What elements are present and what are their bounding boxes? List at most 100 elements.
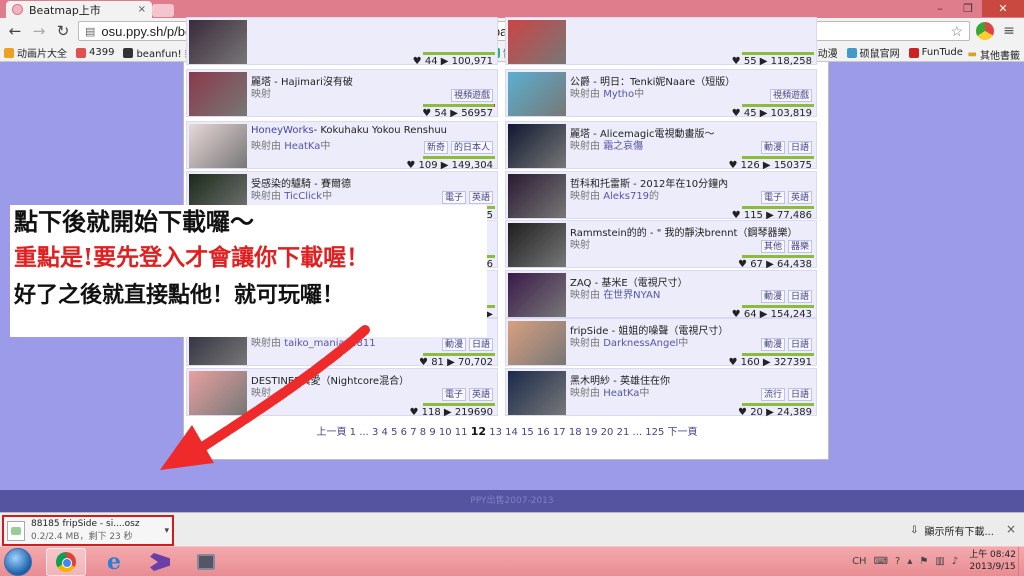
page-link[interactable]: 14 [505,427,518,438]
help-icon[interactable]: ? [895,556,900,567]
keyboard-icon[interactable]: ⌨ [874,556,888,567]
beatmap-thumbnail[interactable] [189,72,247,116]
genre-tag[interactable]: 電子 [441,388,466,401]
forward-icon[interactable]: → [30,22,48,40]
genre-tag[interactable]: 電子 [441,191,466,204]
beatmap-card[interactable]: 公爵 - 明日：Tenki妮Naare（短版） 映射由 Mytho中 視頻遊戲 ♥ 4… [505,69,817,119]
beatmap-thumbnail[interactable] [189,124,247,168]
bookmark-item[interactable]: 硕鼠官网 [846,45,900,60]
beatmap-thumbnail[interactable] [508,273,566,317]
page-link[interactable]: 8 [420,427,426,438]
page-link[interactable]: ... [633,427,643,438]
bookmark-item[interactable]: FunTude [908,47,963,58]
flag-icon[interactable]: ⚑ [919,556,928,567]
beatmap-thumbnail[interactable] [508,20,566,64]
taskbar-chrome[interactable] [46,548,86,576]
page-link[interactable]: 19 [585,427,598,438]
beatmap-card[interactable]: 黑木明紗 - 英雄住在你 映射由 HeatKa中 流行 日語 ♥ 20 ▶ 24,389 [505,368,817,418]
extension-icon[interactable] [976,22,994,40]
page-link[interactable]: 6 [401,427,407,438]
beatmap-card[interactable]: 麗塔 - Hajimari沒有破 映射 視頻遊戲 ♥ 54 ▶ 56957 [186,69,498,119]
taskbar-visual-studio[interactable] [140,548,180,576]
beatmap-card[interactable]: HoneyWorks- Kokuhaku Yokou Renshuu 映射由 He… [186,121,498,171]
bookmark-item[interactable]: 4399 [76,47,114,58]
genre-tag[interactable]: 英語 [787,191,812,204]
ime-indicator[interactable]: CH [852,556,867,567]
page-link[interactable]: 7 [410,427,416,438]
genre-tag[interactable]: 英語 [468,191,493,204]
page-link[interactable]: 20 [601,427,614,438]
page-link[interactable]: 5 [391,427,397,438]
download-item[interactable]: 88185 fripSide - si....osz 0.2/2.4 MB，剩下… [2,515,174,546]
beatmap-thumbnail[interactable] [508,124,566,168]
shelf-close-icon[interactable]: × [1006,522,1016,536]
reload-icon[interactable]: ↻ [54,22,72,40]
taskbar-app[interactable] [186,548,226,576]
back-icon[interactable]: ← [6,22,24,40]
genre-tag[interactable]: 動漫 [760,338,785,351]
page-link[interactable]: 16 [537,427,550,438]
beatmap-thumbnail[interactable] [508,72,566,116]
beatmap-title[interactable]: Rammstein的的 - " 我的靜決brennt（鋼琴器樂） [570,224,797,239]
volume-icon[interactable]: ♪ [952,556,958,567]
system-clock[interactable]: 上午 08:42 2013/9/15 [969,549,1016,573]
tab-close-icon[interactable]: × [138,4,146,15]
page-link[interactable]: 18 [569,427,582,438]
genre-tag[interactable]: 器樂 [787,240,812,253]
chrome-menu-icon[interactable]: ≡ [1000,23,1018,39]
beatmap-title[interactable]: HoneyWorks- Kokuhaku Yokou Renshuu [251,125,447,136]
beatmap-card[interactable]: Rammstein的的 - " 我的靜決brennt（鋼琴器樂） 映射 其他 器樂 ♥… [505,220,817,270]
genre-tag[interactable]: 動漫 [441,338,466,351]
start-button[interactable] [4,548,32,576]
genre-tag[interactable]: 動漫 [760,141,785,154]
genre-tag[interactable]: 新奇 [423,141,448,154]
genre-tag[interactable]: 的日本人 [450,141,493,154]
next-page-link[interactable]: 下一頁 [668,427,698,438]
genre-tag[interactable]: 視頻遊戲 [450,89,493,102]
genre-tag[interactable]: 日語 [468,338,493,351]
page-link[interactable]: 17 [553,427,566,438]
beatmap-card[interactable]: ♥ 44 ▶ 100,971 [186,17,498,67]
beatmap-card[interactable]: 麗塔 - Alicemagic電視動畫版〜 映射由 霜之哀傷 動漫 日語 ♥ 126 ▶… [505,121,817,171]
other-bookmarks-folder[interactable]: ▬ 其他書籤 [963,47,1020,61]
beatmap-thumbnail[interactable] [508,223,566,267]
page-link[interactable]: 9 [429,427,435,438]
beatmap-thumbnail[interactable] [508,371,566,415]
tray-arrow-icon[interactable]: ▴ [907,556,912,567]
beatmap-card[interactable]: fripSide - 姐姐的噪聲（電視尺寸） 映射由 DarknessAngel中… [505,318,817,368]
genre-tag[interactable]: 視頻遊戲 [769,89,812,102]
genre-tag[interactable]: 動漫 [760,290,785,303]
page-link[interactable]: 21 [617,427,630,438]
beatmap-thumbnail[interactable] [508,321,566,365]
genre-tag[interactable]: 日語 [787,388,812,401]
genre-tag[interactable]: 日語 [787,290,812,303]
page-info-icon[interactable]: ▤ [85,25,95,38]
show-all-downloads-link[interactable]: ⇩ 顯示所有下載... [910,523,994,538]
genre-tag[interactable]: 英語 [468,388,493,401]
page-link[interactable]: 11 [455,427,468,438]
genre-tag[interactable]: 其他 [760,240,785,253]
beatmap-card[interactable]: ZAQ - 基米E（電視尺寸） 映射由 在世界NYAN 動漫 日語 ♥ 64 ▶ 154… [505,270,817,320]
page-link[interactable]: 125 [645,427,664,438]
browser-tab[interactable]: Beatmap上市 × [6,1,152,18]
maximize-icon[interactable]: ❐ [954,0,982,17]
chevron-down-icon[interactable]: ▾ [164,526,169,536]
genre-tag[interactable]: 電子 [760,191,785,204]
genre-tag[interactable]: 日語 [787,338,812,351]
window-close-icon[interactable]: ✕ [982,0,1024,17]
genre-tag[interactable]: 流行 [760,388,785,401]
show-desktop-button[interactable] [1018,547,1024,576]
bookmark-item[interactable]: 动画片大全 [4,45,67,60]
beatmap-card[interactable]: ♥ 55 ▶ 118,258 [505,17,817,67]
new-tab-button[interactable] [152,4,174,17]
beatmap-thumbnail[interactable] [189,20,247,64]
page-link[interactable]: 15 [521,427,534,438]
minimize-icon[interactable]: – [926,0,954,17]
page-link[interactable]: 10 [439,427,452,438]
network-icon[interactable]: ▥ [935,556,944,567]
taskbar-ie[interactable]: e [94,548,134,576]
bookmark-star-icon[interactable]: ☆ [950,23,963,40]
genre-tag[interactable]: 日語 [787,141,812,154]
beatmap-thumbnail[interactable] [508,174,566,218]
page-link[interactable]: 13 [489,427,502,438]
